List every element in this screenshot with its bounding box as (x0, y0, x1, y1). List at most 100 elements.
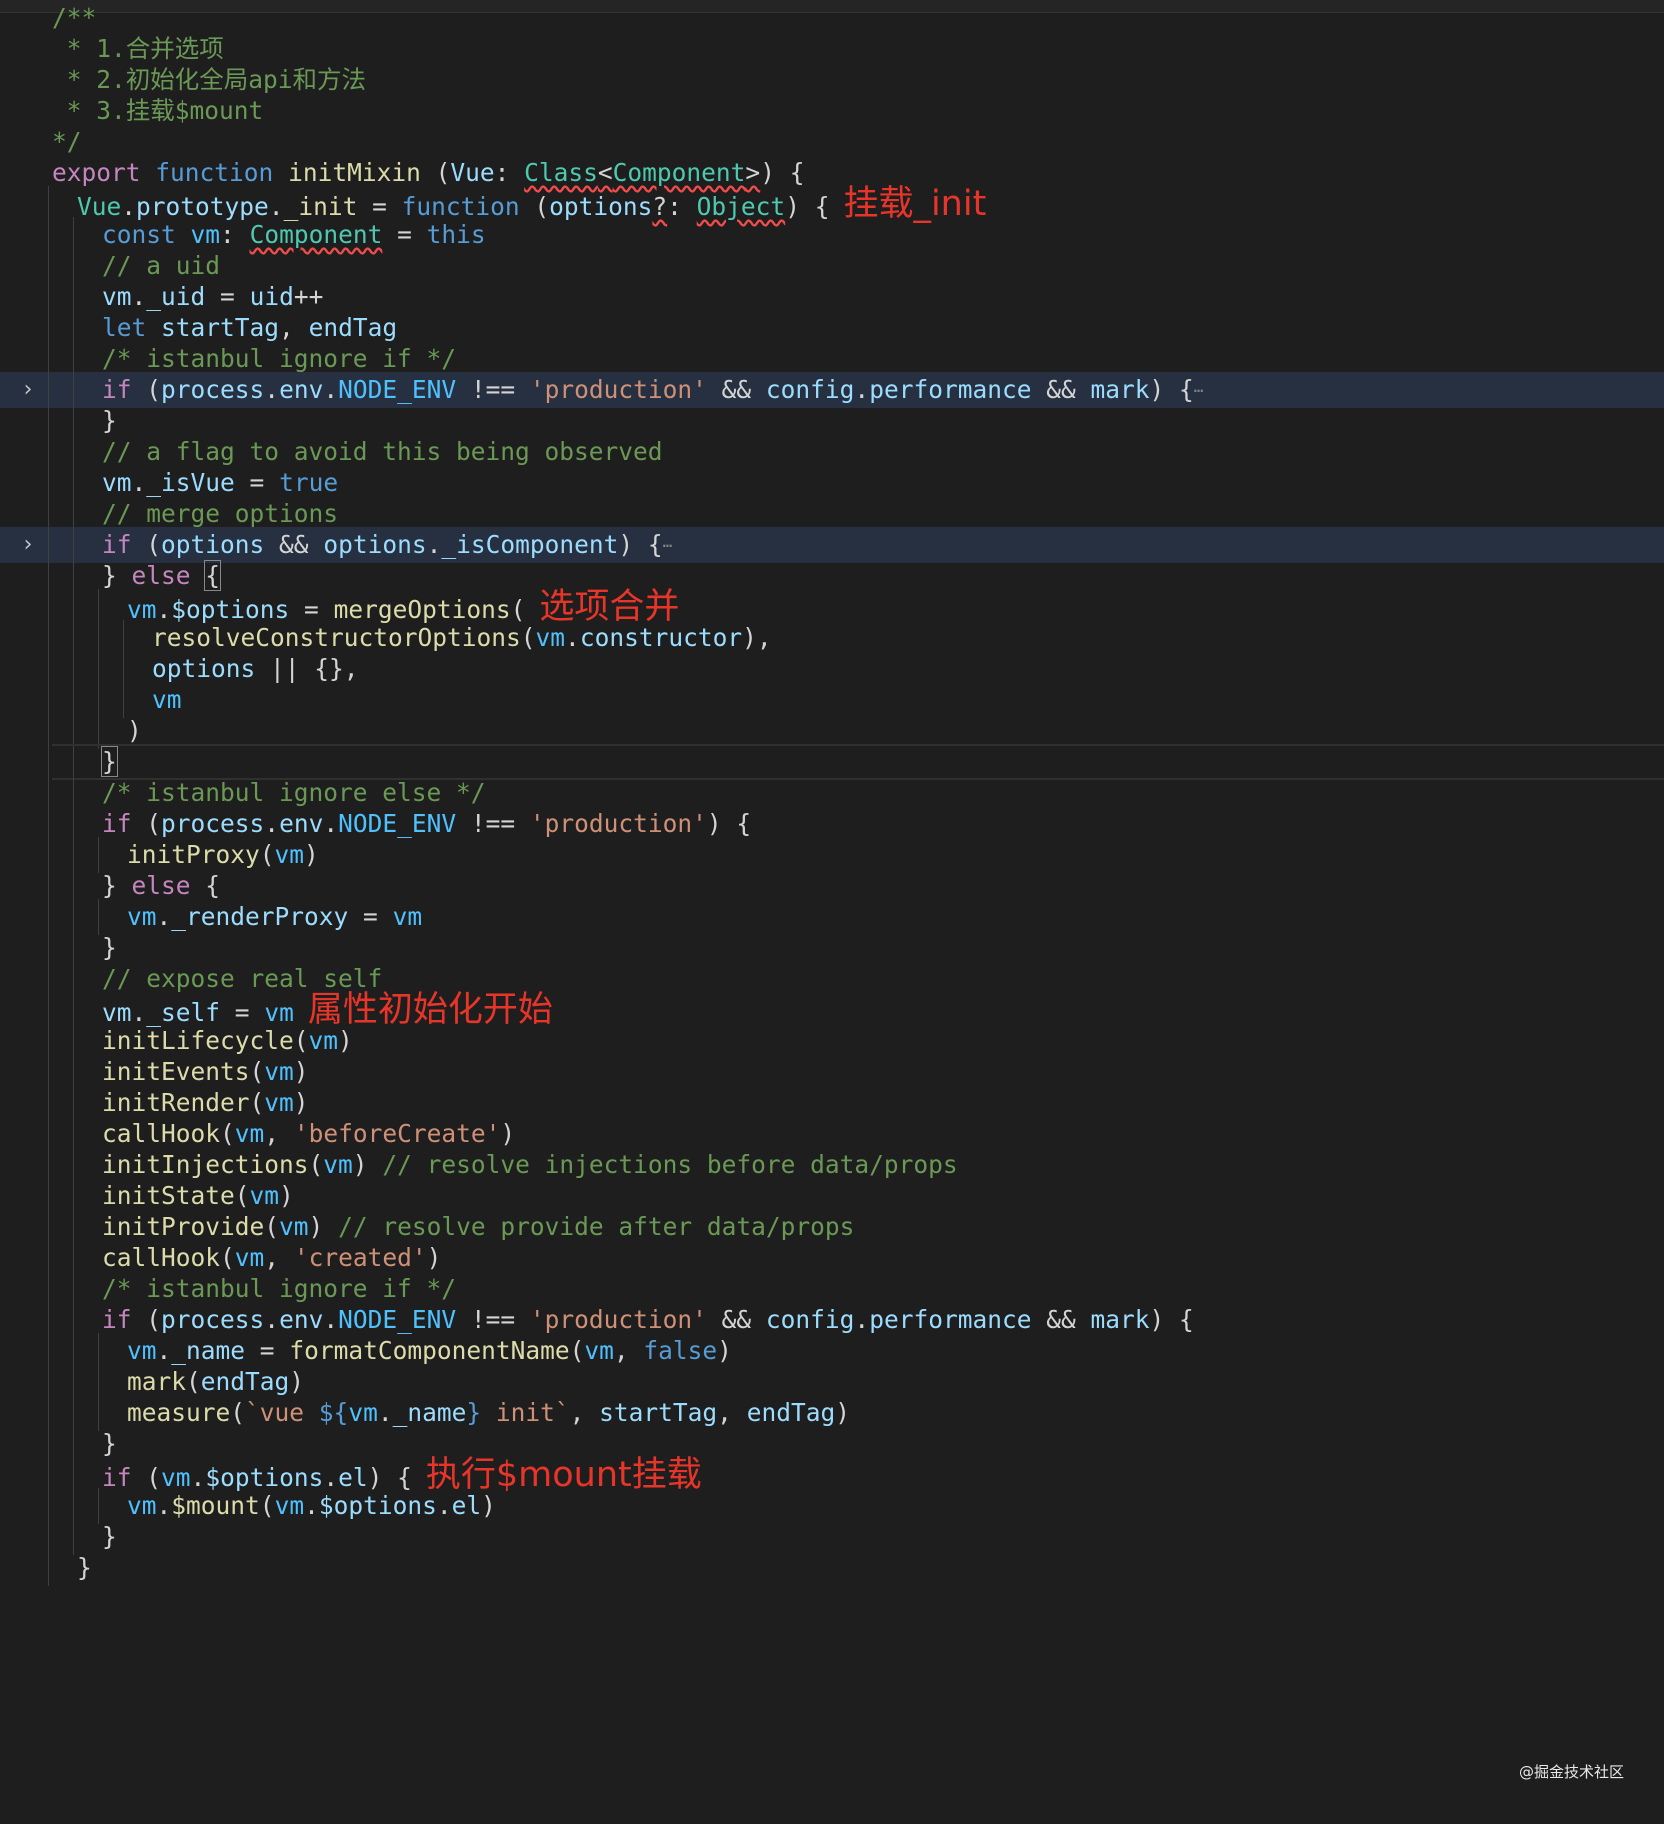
code-token: } (102, 1429, 117, 1458)
code-token: /* istanbul ignore else */ (102, 778, 486, 807)
code-token: ( (293, 1026, 309, 1055)
code-token: vm (279, 1212, 309, 1241)
code-token: `vue (245, 1398, 319, 1427)
code-token: ) (717, 1336, 732, 1365)
code-token: config (765, 1305, 855, 1334)
code-token: ) (289, 1367, 305, 1396)
code-token: && (706, 1305, 766, 1334)
code-token: ( (220, 1119, 235, 1148)
code-token: ) { (1149, 375, 1194, 404)
code-token: vm (234, 1119, 265, 1148)
code-token: ) (279, 1181, 294, 1210)
code-editor[interactable]: /** * 1.合并选项 * 2.初始化全局api和方法 * 3.挂载$moun… (0, 0, 1664, 1824)
code-token: initProvide (102, 1212, 265, 1241)
code-token: // expose real self (102, 964, 383, 993)
code-token: env (279, 809, 324, 838)
code-token: ) (127, 716, 142, 745)
code-token: ) (293, 1088, 309, 1117)
code-token: !== (456, 375, 530, 404)
code-token: initInjections (102, 1150, 309, 1179)
code-token: } (102, 1522, 117, 1551)
code-token: } (77, 1553, 92, 1582)
code-token: if (102, 375, 132, 404)
code-token: /* istanbul ignore if */ (102, 1274, 457, 1303)
code-token: $mount (171, 1491, 260, 1520)
code-token: initProxy (127, 840, 260, 869)
code-token: process (161, 375, 265, 404)
code-token: ) { (618, 530, 663, 559)
code-token: Component (249, 220, 383, 249)
code-token: : (494, 158, 525, 187)
code-token: vm (584, 1336, 614, 1365)
code-token: resolveConstructorOptions (152, 623, 521, 652)
code-token: Vue (450, 158, 495, 187)
code-token: ( (308, 1150, 324, 1179)
code-token: = (205, 282, 250, 311)
code-token: // resolve injections before data/props (382, 1150, 958, 1179)
code-token: Component (612, 158, 746, 187)
code-token: ( (420, 158, 451, 187)
code-token: && (1031, 375, 1091, 404)
code-token: env (279, 375, 324, 404)
code-token: vm (308, 1026, 339, 1055)
code-token: vm (323, 1150, 353, 1179)
code-token: // a uid (102, 251, 221, 280)
code-token: vm (102, 282, 132, 311)
code-token: 'production' (529, 809, 707, 838)
code-token: ( (249, 1088, 265, 1117)
code-token: ( (230, 1398, 246, 1427)
code-token: uid (249, 282, 294, 311)
code-token: } (101, 746, 118, 777)
code-token: initRender (102, 1088, 250, 1117)
code-token: = (245, 1336, 290, 1365)
code-token: vm (274, 1491, 305, 1520)
code-token: vm (392, 902, 423, 931)
code-token: const (102, 220, 176, 249)
code-token: } (466, 1398, 482, 1427)
code-token: . (264, 1305, 280, 1334)
code-token: else (131, 561, 191, 590)
code-token: vm (264, 1088, 294, 1117)
code-token: ) { (760, 158, 805, 187)
code-token: ) (835, 1398, 850, 1427)
code-token: 'beforeCreate' (293, 1119, 501, 1148)
code-token: _renderProxy (171, 902, 349, 931)
code-token: _isVue (146, 468, 235, 497)
code-token: startTag (599, 1398, 718, 1427)
code-token: vm (152, 685, 182, 714)
code-token: performance (869, 1305, 1032, 1334)
code-line[interactable]: } (0, 1550, 1664, 1586)
code-token: * 3.挂载$mount (52, 96, 264, 125)
code-token: ) (352, 1150, 383, 1179)
code-text: } (77, 1550, 92, 1586)
code-token: < (597, 158, 613, 187)
code-token: , (613, 1336, 644, 1365)
code-token: if (102, 809, 132, 838)
code-token: this (426, 220, 486, 249)
code-token: vm (234, 1243, 265, 1272)
code-token: ( (186, 1367, 201, 1396)
code-token: let (102, 313, 147, 342)
code-token: : (220, 220, 250, 249)
code-token: ( (220, 1243, 235, 1272)
code-token: init` (481, 1398, 570, 1427)
code-token: options (161, 530, 265, 559)
code-token: && (1031, 1305, 1091, 1334)
code-token: Class (524, 158, 598, 187)
code-token: else (131, 871, 191, 900)
code-token: . (323, 1305, 339, 1334)
code-token: . (264, 375, 280, 404)
code-token: . (565, 623, 580, 652)
code-token: vm (249, 1181, 280, 1210)
code-token: options (323, 530, 427, 559)
code-token: ) { (706, 809, 752, 838)
code-token: ( (259, 1491, 275, 1520)
code-token: /** (52, 3, 97, 32)
code-token: vm (102, 468, 132, 497)
code-token: && (264, 530, 324, 559)
code-token: vm (274, 840, 305, 869)
code-token: endTag (200, 1367, 290, 1396)
